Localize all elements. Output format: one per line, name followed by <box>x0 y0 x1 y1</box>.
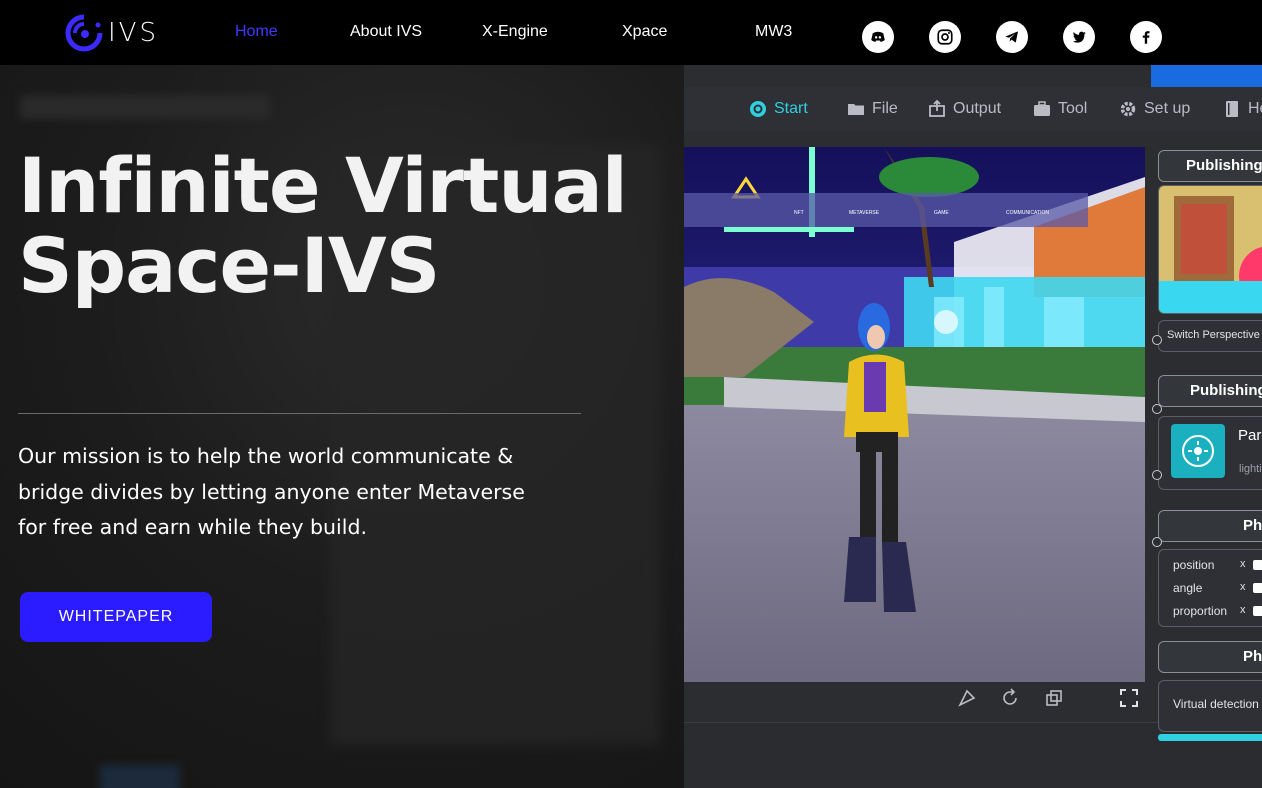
publishing-preview <box>1158 185 1262 314</box>
switch-perspective-label: Switch Perspective <box>1167 329 1260 341</box>
panel-title: Ph <box>1243 517 1262 534</box>
top-nav: IVS Home About IVS X-Engine Xpace MW3 <box>0 0 1262 65</box>
nav-link-xpace[interactable]: Xpace <box>622 23 667 41</box>
axis-label: x <box>1240 558 1246 570</box>
scene-illustration: NFT METAVERSE GAME COMMUNICATION <box>684 147 1145 682</box>
connector-node[interactable] <box>1152 537 1162 547</box>
connector-node[interactable] <box>1152 404 1162 414</box>
headline-line-1: Infinite Virtual <box>18 141 628 230</box>
virtual-detection-label: Virtual detection <box>1173 697 1259 711</box>
copy-icon[interactable] <box>1044 688 1064 708</box>
menu-item-label: He <box>1248 100 1262 117</box>
connector-node[interactable] <box>1152 335 1162 345</box>
folder-icon <box>848 104 864 115</box>
background-blur <box>100 765 180 788</box>
telegram-icon[interactable] <box>996 21 1028 53</box>
hero-divider <box>18 413 581 414</box>
logo-text: IVS <box>108 18 159 48</box>
position-x-field[interactable] <box>1253 560 1262 570</box>
scene-banner-metaverse: METAVERSE <box>849 210 880 216</box>
publishing-panel-header[interactable]: Publishing <box>1158 150 1262 182</box>
nav-link-x-engine[interactable]: X-Engine <box>482 23 548 41</box>
ivs-logo-icon <box>65 14 103 52</box>
prop-position-label: position <box>1173 558 1215 572</box>
axis-label: x <box>1240 604 1246 616</box>
scene-viewport[interactable]: NFT METAVERSE GAME COMMUNICATION <box>684 147 1145 682</box>
headline-line-2: Space-IVS <box>18 221 440 310</box>
publishing-panel-header-2[interactable]: Publishing <box>1158 375 1262 407</box>
editor-menu-bar: Start File Output Tool Set up He <box>684 87 1262 131</box>
menu-item-file[interactable]: File <box>847 100 898 118</box>
editor-titlebar-accent <box>1151 65 1262 87</box>
instagram-icon[interactable] <box>929 21 961 53</box>
switch-perspective-button[interactable]: Switch Perspective <box>1158 320 1262 352</box>
particle-title: Par <box>1238 427 1262 444</box>
background-blur <box>20 95 270 119</box>
menu-item-output[interactable]: Output <box>928 100 1001 118</box>
discord-icon[interactable] <box>862 21 894 53</box>
nav-link-about-ivs[interactable]: About IVS <box>350 23 422 41</box>
mission-text: Our mission is to help the world communi… <box>18 444 525 539</box>
axis-label: x <box>1240 581 1246 593</box>
facebook-icon[interactable] <box>1130 21 1162 53</box>
physics-panel-header-2[interactable]: Ph <box>1158 641 1262 673</box>
scene-banner-nft: NFT <box>794 210 804 216</box>
panel-title: Publishing <box>1186 157 1262 174</box>
start-icon <box>750 101 766 117</box>
particle-card[interactable]: Par lighti <box>1158 416 1262 490</box>
panel-title: Ph <box>1243 648 1262 665</box>
menu-item-help[interactable]: He <box>1223 100 1262 118</box>
editor-preview: Start File Output Tool Set up He <box>684 65 1262 788</box>
menu-item-label: Output <box>953 100 1002 117</box>
virtual-detection-box: Virtual detection <box>1158 680 1262 732</box>
output-icon <box>929 100 945 117</box>
ivs-logo[interactable]: IVS <box>64 14 184 52</box>
toolbox-icon <box>1034 101 1050 116</box>
particle-icon <box>1182 435 1214 467</box>
prop-angle-label: angle <box>1173 581 1203 595</box>
menu-item-label: Tool <box>1058 100 1088 117</box>
nav-link-mw3[interactable]: MW3 <box>755 23 792 41</box>
scene-banner-communication: COMMUNICATION <box>1006 210 1049 216</box>
particle-icon-tile <box>1171 424 1225 478</box>
connector-node[interactable] <box>1152 470 1162 480</box>
whitepaper-button[interactable]: WHITEPAPER <box>20 592 212 642</box>
scene-banner-game: GAME <box>934 210 949 216</box>
angle-x-field[interactable] <box>1253 583 1262 593</box>
twitter-icon[interactable] <box>1063 21 1095 53</box>
menu-item-label: Set up <box>1144 100 1191 117</box>
menu-item-start[interactable]: Start <box>749 100 808 118</box>
viewport-toolbar <box>684 682 1145 722</box>
menu-item-label: Start <box>774 100 808 117</box>
nav-link-home[interactable]: Home <box>235 23 278 41</box>
panel-title: Publishing <box>1190 382 1262 399</box>
menu-item-label: File <box>872 100 898 117</box>
book-icon <box>1226 101 1238 117</box>
menu-item-tool[interactable]: Tool <box>1033 100 1087 118</box>
physics-panel-header[interactable]: Ph <box>1158 510 1262 542</box>
preview-thumbnail <box>1159 186 1262 313</box>
fullscreen-icon[interactable] <box>1119 688 1139 708</box>
hero-headline: Infinite Virtual Space-IVS <box>18 141 628 310</box>
transform-properties: position x angle x proportion x <box>1158 549 1262 627</box>
progress-bar <box>1158 734 1262 741</box>
proportion-x-field[interactable] <box>1253 606 1262 616</box>
gear-icon <box>1120 101 1136 117</box>
refresh-icon[interactable] <box>1000 688 1020 708</box>
particle-subtitle: lighti <box>1239 463 1262 475</box>
prop-proportion-label: proportion <box>1173 604 1228 618</box>
menu-item-setup[interactable]: Set up <box>1119 100 1190 118</box>
compass-icon[interactable] <box>957 688 977 708</box>
